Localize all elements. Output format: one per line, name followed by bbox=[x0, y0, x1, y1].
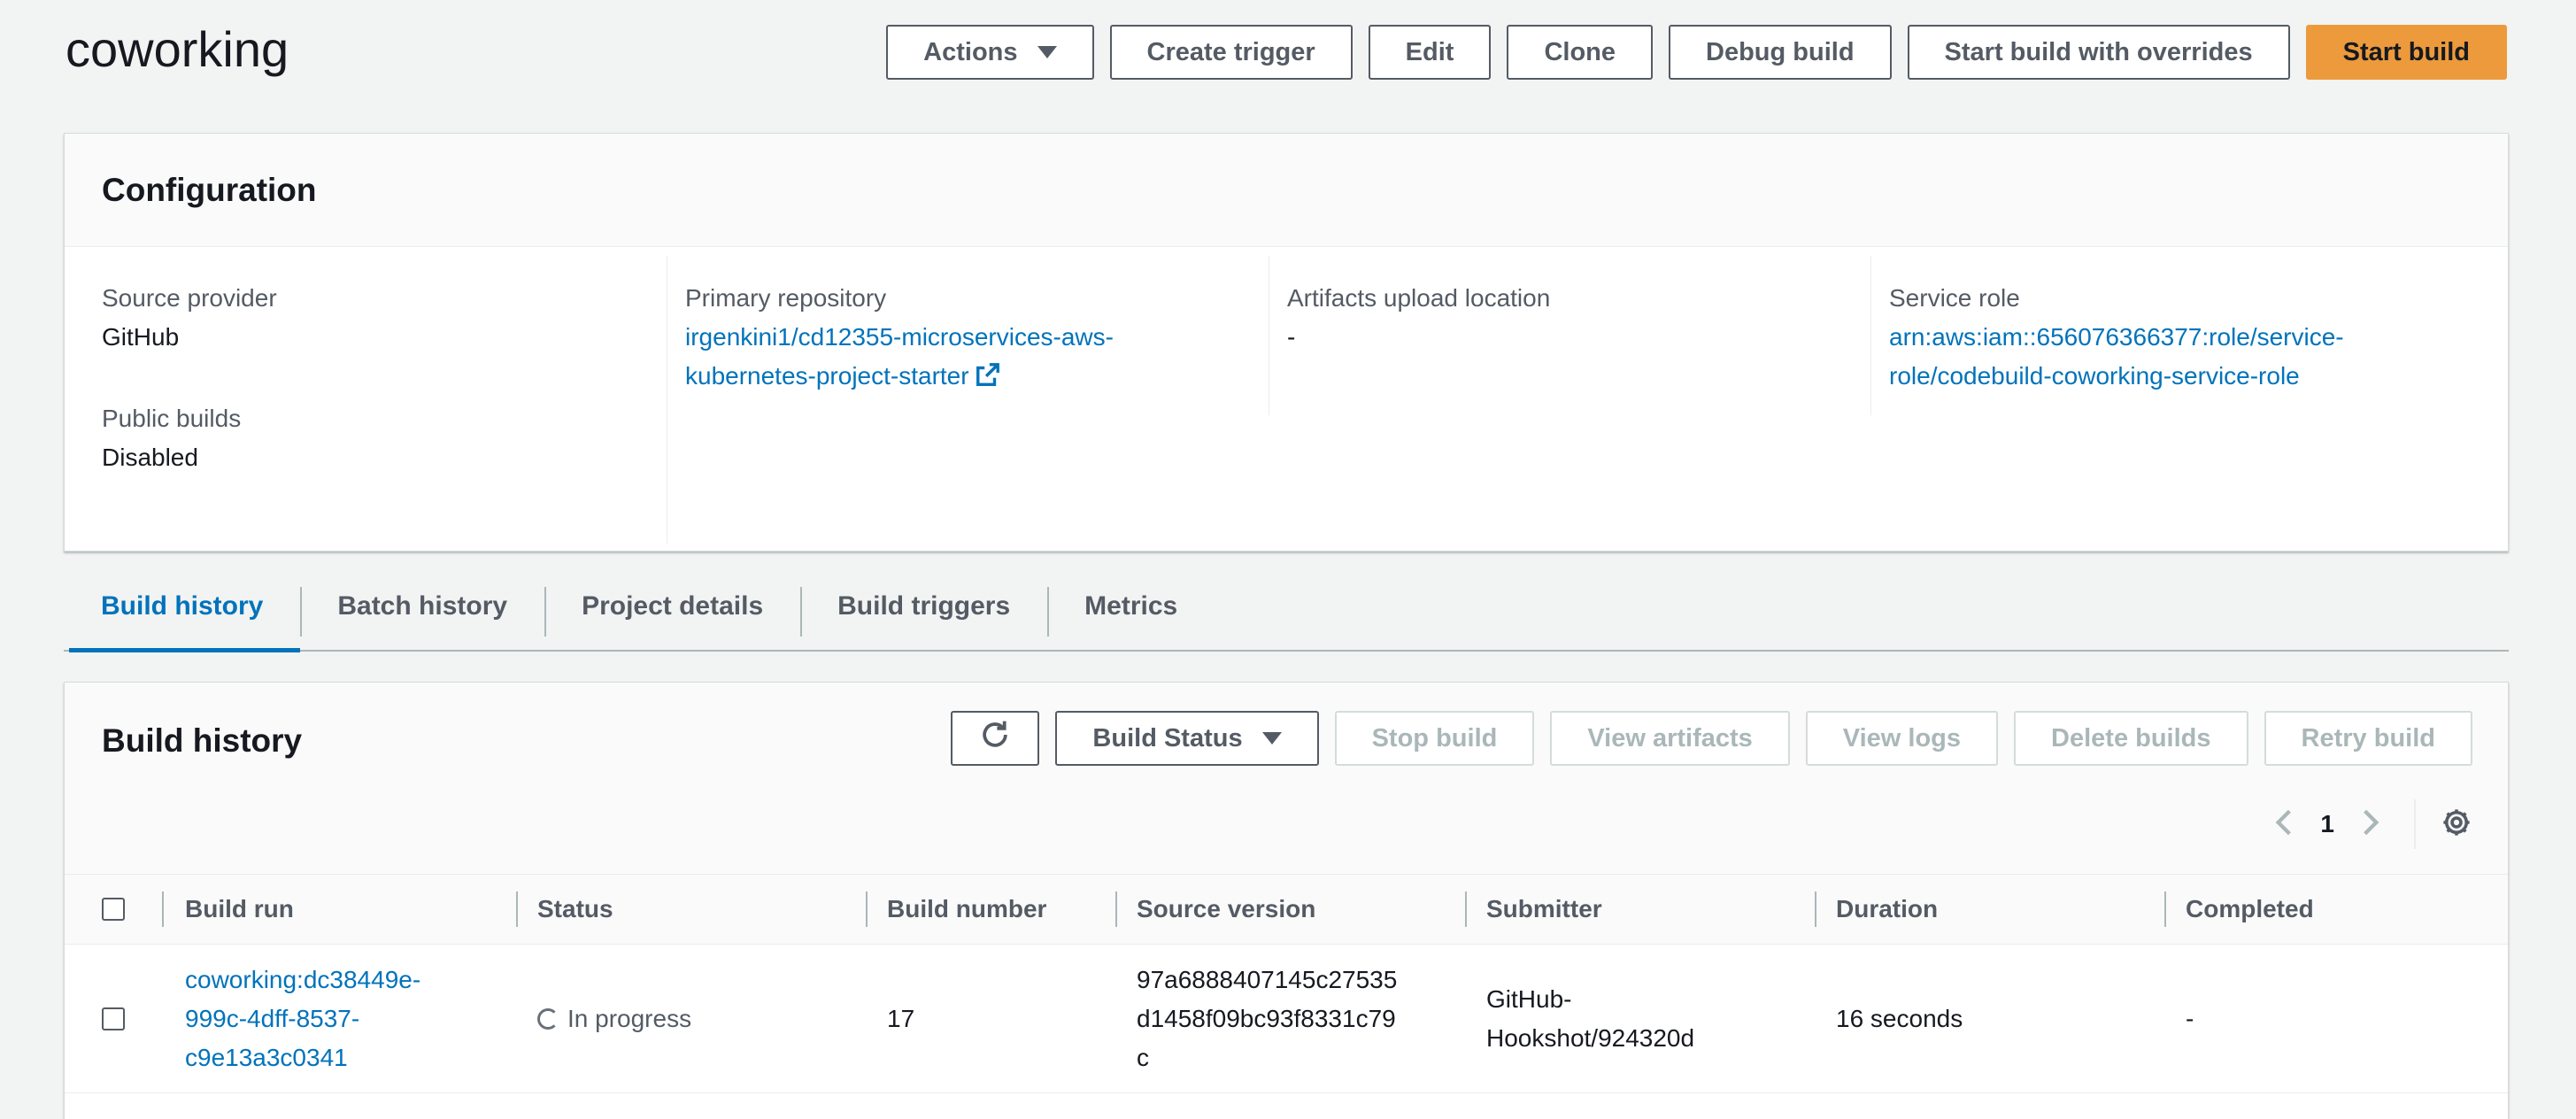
status-cell: In progress bbox=[516, 999, 866, 1038]
actions-label: Actions bbox=[923, 37, 1018, 66]
row-checkbox[interactable] bbox=[102, 1007, 125, 1030]
project-tabs: Build history Batch history Project deta… bbox=[64, 563, 2509, 652]
column-submitter[interactable]: Submitter bbox=[1465, 890, 1815, 929]
clone-button[interactable]: Clone bbox=[1507, 25, 1654, 80]
column-build-run[interactable]: Build run bbox=[162, 890, 516, 929]
build-history-actions: Build Status Stop build View artifacts V… bbox=[951, 711, 2472, 766]
tab-batch-history[interactable]: Batch history bbox=[300, 562, 544, 651]
build-run-line-3: c9e13a3c0341 bbox=[185, 1043, 348, 1071]
status-text: In progress bbox=[567, 1004, 692, 1032]
start-build-with-overrides-button[interactable]: Start build with overrides bbox=[1907, 25, 2290, 80]
refresh-button[interactable] bbox=[951, 711, 1040, 766]
build-history-title: Build history bbox=[102, 722, 303, 759]
actions-dropdown-button[interactable]: Actions bbox=[886, 25, 1094, 80]
completed-cell: - bbox=[2186, 1004, 2194, 1032]
status-in-progress: In progress bbox=[537, 999, 845, 1038]
create-trigger-button[interactable]: Create trigger bbox=[1109, 25, 1353, 80]
source-version-cell: 97a6888407145c27535 d1458f09bc93f8331c79… bbox=[1115, 961, 1465, 1077]
artifacts-label: Artifacts upload location bbox=[1287, 284, 1551, 312]
build-run-link[interactable]: coworking:dc38449e- 999c-4dff-8537- c9e1… bbox=[185, 961, 495, 1077]
page: coworking Actions Create trigger Edit Cl… bbox=[0, 0, 2576, 1119]
config-column-service-role: Service role arn:aws:iam::656076366377:r… bbox=[1870, 256, 2472, 415]
service-role-line-1: arn:aws:iam::656076366377:role/service- bbox=[1889, 323, 2344, 351]
duration-cell: 16 seconds bbox=[1836, 1004, 1963, 1032]
configuration-title: Configuration bbox=[102, 171, 317, 208]
refresh-icon bbox=[978, 718, 1012, 759]
pager-divider bbox=[2414, 799, 2416, 849]
stop-build-button[interactable]: Stop build bbox=[1334, 711, 1535, 766]
public-builds-field: Public builds Disabled bbox=[102, 399, 640, 477]
artifacts-value: - bbox=[1287, 323, 1296, 351]
build-run-line-1: coworking:dc38449e- bbox=[185, 965, 421, 993]
primary-repository-line-2: kubernetes-project-starter bbox=[685, 362, 969, 390]
column-build-number[interactable]: Build number bbox=[866, 890, 1115, 929]
chevron-right-icon[interactable] bbox=[2359, 807, 2382, 842]
column-status[interactable]: Status bbox=[516, 890, 866, 929]
row-select-cell bbox=[65, 1007, 162, 1030]
tab-metrics[interactable]: Metrics bbox=[1047, 562, 1215, 651]
source-version-line-1: 97a6888407145c27535 bbox=[1137, 965, 1398, 993]
configuration-panel: Configuration Source provider GitHub Pub… bbox=[64, 133, 2509, 552]
service-role-line-2: role/codebuild-coworking-service-role bbox=[1889, 362, 2300, 390]
start-build-button[interactable]: Start build bbox=[2305, 25, 2507, 80]
table-row: coworking:dc38449e- 999c-4dff-8537- c9e1… bbox=[65, 945, 2508, 1093]
build-status-dropdown[interactable]: Build Status bbox=[1055, 711, 1319, 766]
debug-build-button[interactable]: Debug build bbox=[1669, 25, 1892, 80]
configuration-header: Configuration bbox=[65, 134, 2508, 247]
config-column-source: Source provider GitHub Public builds Dis… bbox=[65, 256, 667, 544]
build-run-cell: coworking:dc38449e- 999c-4dff-8537- c9e1… bbox=[162, 961, 516, 1077]
select-all-cell bbox=[65, 898, 162, 921]
artifacts-field: Artifacts upload location - bbox=[1287, 279, 1844, 357]
build-number-cell: 17 bbox=[887, 1004, 915, 1032]
settings-gear-icon[interactable] bbox=[2441, 806, 2472, 843]
current-page-number[interactable]: 1 bbox=[2320, 810, 2334, 838]
view-logs-button[interactable]: View logs bbox=[1805, 711, 1999, 766]
primary-repository-line-1: irgenkini1/cd12355-microservices-aws- bbox=[685, 323, 1114, 351]
build-table-header: Build run Status Build number Source ver… bbox=[65, 874, 2508, 945]
page-title: coworking bbox=[66, 21, 289, 77]
source-version-line-2: d1458f09bc93f8331c79 bbox=[1137, 1004, 1396, 1032]
submitter-line-1: GitHub- bbox=[1486, 984, 1572, 1013]
caret-down-icon bbox=[1261, 732, 1282, 745]
source-provider-value: GitHub bbox=[102, 323, 180, 351]
build-status-label: Build Status bbox=[1092, 723, 1243, 752]
view-artifacts-button[interactable]: View artifacts bbox=[1550, 711, 1790, 766]
column-completed[interactable]: Completed bbox=[2164, 890, 2501, 929]
source-provider-field: Source provider GitHub bbox=[102, 279, 640, 357]
build-history-panel: Build history Build Status Stop build Vi… bbox=[64, 682, 2509, 1119]
source-provider-label: Source provider bbox=[102, 284, 277, 312]
service-role-field: Service role arn:aws:iam::656076366377:r… bbox=[1889, 279, 2446, 396]
public-builds-label: Public builds bbox=[102, 405, 242, 432]
primary-repository-label: Primary repository bbox=[685, 284, 887, 312]
build-run-line-2: 999c-4dff-8537- bbox=[185, 1004, 360, 1032]
submitter-line-2: Hookshot/924320d bbox=[1486, 1023, 1695, 1052]
chevron-left-icon[interactable] bbox=[2272, 807, 2295, 842]
select-all-checkbox[interactable] bbox=[102, 898, 125, 921]
tab-build-history[interactable]: Build history bbox=[64, 562, 301, 652]
spinner-icon bbox=[537, 1007, 559, 1030]
delete-builds-button[interactable]: Delete builds bbox=[2014, 711, 2248, 766]
retry-build-button[interactable]: Retry build bbox=[2264, 711, 2472, 766]
submitter-cell: GitHub- Hookshot/924320d bbox=[1465, 980, 1815, 1058]
config-column-artifacts: Artifacts upload location - bbox=[1269, 256, 1870, 415]
column-source-version[interactable]: Source version bbox=[1115, 890, 1465, 929]
primary-repository-field: Primary repository irgenkini1/cd12355-mi… bbox=[685, 279, 1242, 399]
caret-down-icon bbox=[1037, 46, 1057, 58]
service-role-link[interactable]: arn:aws:iam::656076366377:role/service- … bbox=[1889, 318, 2446, 396]
source-version-line-3: c bbox=[1137, 1043, 1149, 1071]
configuration-columns: Source provider GitHub Public builds Dis… bbox=[65, 247, 2508, 544]
external-link-icon bbox=[975, 360, 1001, 399]
header-actions: Actions Create trigger Edit Clone Debug … bbox=[886, 25, 2507, 80]
primary-repository-link[interactable]: irgenkini1/cd12355-microservices-aws- ku… bbox=[685, 318, 1242, 399]
pagination: 1 bbox=[2272, 798, 2472, 851]
service-role-label: Service role bbox=[1889, 284, 2020, 312]
edit-button[interactable]: Edit bbox=[1368, 25, 1492, 80]
public-builds-value: Disabled bbox=[102, 444, 198, 471]
column-duration[interactable]: Duration bbox=[1815, 890, 2164, 929]
config-column-repository: Primary repository irgenkini1/cd12355-mi… bbox=[667, 256, 1269, 544]
tab-project-details[interactable]: Project details bbox=[544, 562, 800, 651]
tab-build-triggers[interactable]: Build triggers bbox=[800, 562, 1047, 651]
build-history-header: Build history Build Status Stop build Vi… bbox=[65, 683, 2508, 874]
